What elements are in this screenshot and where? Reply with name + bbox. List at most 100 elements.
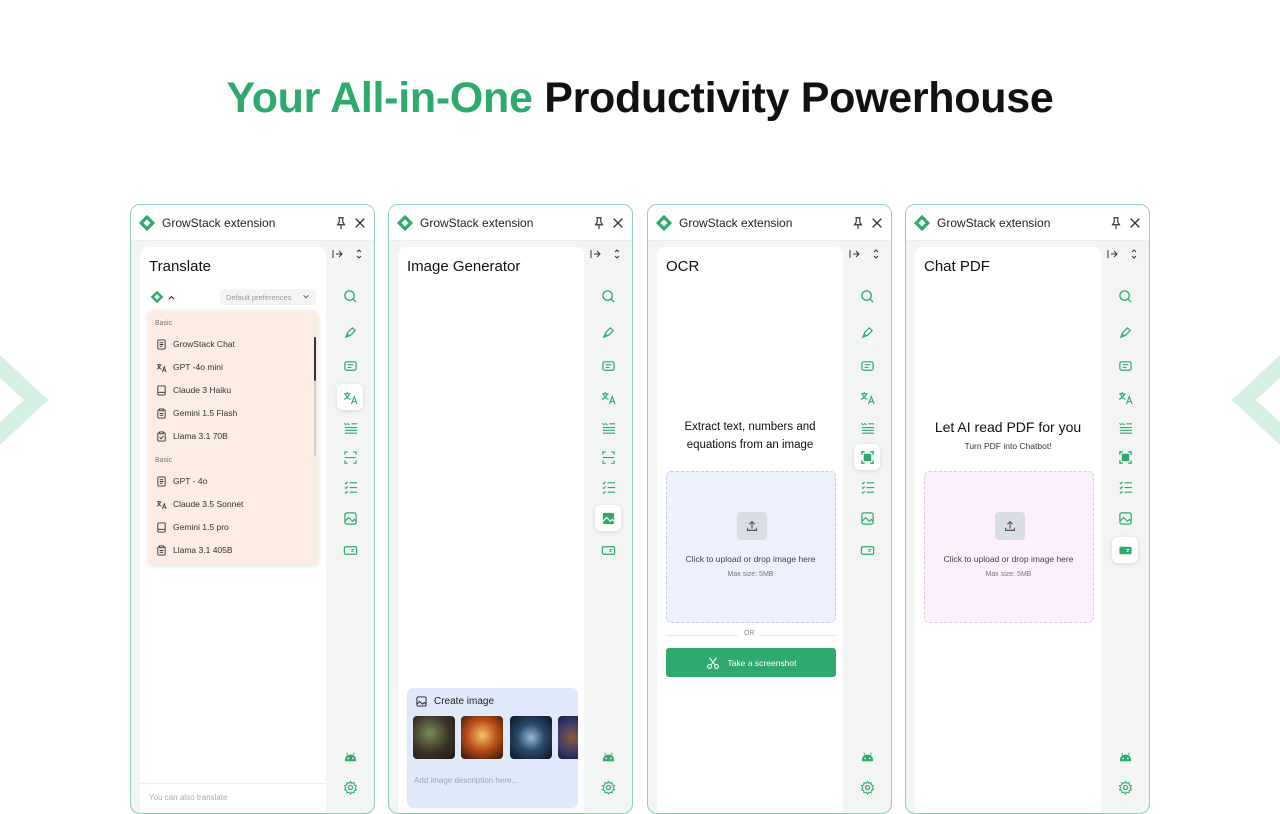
rail-expand-controls[interactable] <box>1101 246 1150 262</box>
clipboard-icon <box>157 407 166 419</box>
scan-icon[interactable] <box>1112 444 1138 470</box>
chat-icon[interactable] <box>1112 353 1138 379</box>
preference-select[interactable]: Default preferences <box>220 289 316 305</box>
close-icon[interactable] <box>353 216 367 230</box>
checklist-icon[interactable] <box>854 474 880 500</box>
pen-icon[interactable] <box>337 319 363 345</box>
clipboard-check-icon <box>157 430 166 442</box>
image-upload-dropzone[interactable]: Click to upload or drop image here Max s… <box>666 471 836 623</box>
pen-icon[interactable] <box>1112 319 1138 345</box>
quote-list-icon[interactable] <box>1112 414 1138 440</box>
search-icon[interactable] <box>337 283 363 309</box>
search-icon[interactable] <box>595 283 621 309</box>
model-option[interactable]: Llama 3.1 405B <box>156 542 233 558</box>
close-icon[interactable] <box>1128 216 1142 230</box>
translate-icon[interactable] <box>595 384 621 410</box>
translate-icon[interactable] <box>854 384 880 410</box>
model-option-label: Llama 3.1 70B <box>173 431 228 441</box>
pen-icon[interactable] <box>595 319 621 345</box>
checklist-icon[interactable] <box>595 474 621 500</box>
sample-image-thumbnail[interactable] <box>413 716 455 759</box>
model-option[interactable]: Claude 3.5 Sonnet <box>156 496 243 512</box>
quote-list-icon[interactable] <box>595 414 621 440</box>
checklist-icon[interactable] <box>1112 474 1138 500</box>
model-option-label: Claude 3 Haiku <box>173 385 232 395</box>
or-label: OR <box>738 630 761 637</box>
ticket-icon[interactable] <box>1112 537 1138 563</box>
pin-icon[interactable] <box>851 216 865 230</box>
android-icon[interactable] <box>595 743 621 769</box>
model-option[interactable]: GrowStack Chat <box>156 336 235 352</box>
chat-icon[interactable] <box>337 353 363 379</box>
chevron-up-icon <box>168 295 175 300</box>
translate-icon[interactable] <box>1112 384 1138 410</box>
rail-expand-controls[interactable] <box>584 246 633 262</box>
tool-rail <box>1101 241 1150 813</box>
translate-icon <box>156 500 167 509</box>
scan-icon[interactable] <box>854 444 880 470</box>
chat-icon[interactable] <box>854 353 880 379</box>
rail-expand-controls[interactable] <box>326 246 375 262</box>
take-screenshot-button[interactable]: Take a screenshot <box>666 648 836 677</box>
model-option[interactable]: GPT - 4o <box>156 473 207 489</box>
ticket-icon[interactable] <box>337 537 363 563</box>
settings-icon[interactable] <box>1112 774 1138 800</box>
create-image-label: Create image <box>434 696 495 707</box>
quote-list-icon[interactable] <box>337 414 363 440</box>
pin-icon[interactable] <box>1109 216 1123 230</box>
model-option-label: GrowStack Chat <box>173 339 235 349</box>
scan-icon[interactable] <box>337 444 363 470</box>
settings-icon[interactable] <box>595 774 621 800</box>
ticket-icon[interactable] <box>854 537 880 563</box>
close-icon[interactable] <box>870 216 884 230</box>
model-option-label: Gemini 1.5 Flash <box>173 408 238 418</box>
sample-image-thumbnail[interactable] <box>510 716 552 759</box>
pdf-upload-dropzone[interactable]: Click to upload or drop image here Max s… <box>924 471 1094 623</box>
scan-icon[interactable] <box>595 444 621 470</box>
image-description-input[interactable]: Add image description here... <box>414 776 518 785</box>
sample-image-thumbnail[interactable] <box>461 716 503 759</box>
pin-icon[interactable] <box>592 216 606 230</box>
image-icon[interactable] <box>1112 505 1138 531</box>
pin-icon[interactable] <box>334 216 348 230</box>
rail-expand-controls[interactable] <box>843 246 892 262</box>
sample-image-thumbnail[interactable] <box>558 716 578 759</box>
image-icon[interactable] <box>595 505 621 531</box>
decorative-logo-left <box>0 355 48 445</box>
panel-header: GrowStack extension <box>131 205 374 241</box>
chat-pdf-headline: Let AI read PDF for you <box>934 419 1082 435</box>
android-icon[interactable] <box>854 743 880 769</box>
model-option-label: Llama 3.1 405B <box>173 545 233 555</box>
model-selector[interactable] <box>150 289 184 305</box>
model-option[interactable]: Gemini 1.5 Flash <box>156 405 237 421</box>
model-option[interactable]: Llama 3.1 70B <box>156 428 228 444</box>
image-icon[interactable] <box>854 505 880 531</box>
quote-list-icon[interactable] <box>854 414 880 440</box>
take-screenshot-label: Take a screenshot <box>727 657 797 668</box>
page-headline: Your All-in-One Productivity Powerhouse <box>0 74 1280 123</box>
search-icon[interactable] <box>854 283 880 309</box>
dropdown-scrollbar-thumb[interactable] <box>314 337 316 381</box>
image-icon[interactable] <box>337 505 363 531</box>
model-option[interactable]: GPT -4o mini <box>156 359 223 375</box>
model-option[interactable]: Gemini 1.5 pro <box>156 519 229 535</box>
checklist-icon[interactable] <box>337 474 363 500</box>
settings-icon[interactable] <box>337 774 363 800</box>
close-icon[interactable] <box>611 216 625 230</box>
dropdown-group-label: Basic <box>155 320 173 327</box>
settings-icon[interactable] <box>854 774 880 800</box>
ticket-icon[interactable] <box>595 537 621 563</box>
tool-rail <box>843 241 892 813</box>
pen-icon[interactable] <box>854 319 880 345</box>
android-icon[interactable] <box>337 743 363 769</box>
image-icon <box>416 696 427 707</box>
translate-icon[interactable] <box>337 384 363 410</box>
dropdown-group-label: Basic <box>155 457 173 464</box>
chat-icon[interactable] <box>595 353 621 379</box>
search-icon[interactable] <box>1112 283 1138 309</box>
ocr-headline-line1: Extract text, numbers and <box>684 421 816 433</box>
panel-header: GrowStack extension <box>389 205 632 241</box>
android-icon[interactable] <box>1112 743 1138 769</box>
chat-pdf-subline: Turn PDF into Chatbot! <box>964 441 1052 451</box>
model-option[interactable]: Claude 3 Haiku <box>156 382 231 398</box>
